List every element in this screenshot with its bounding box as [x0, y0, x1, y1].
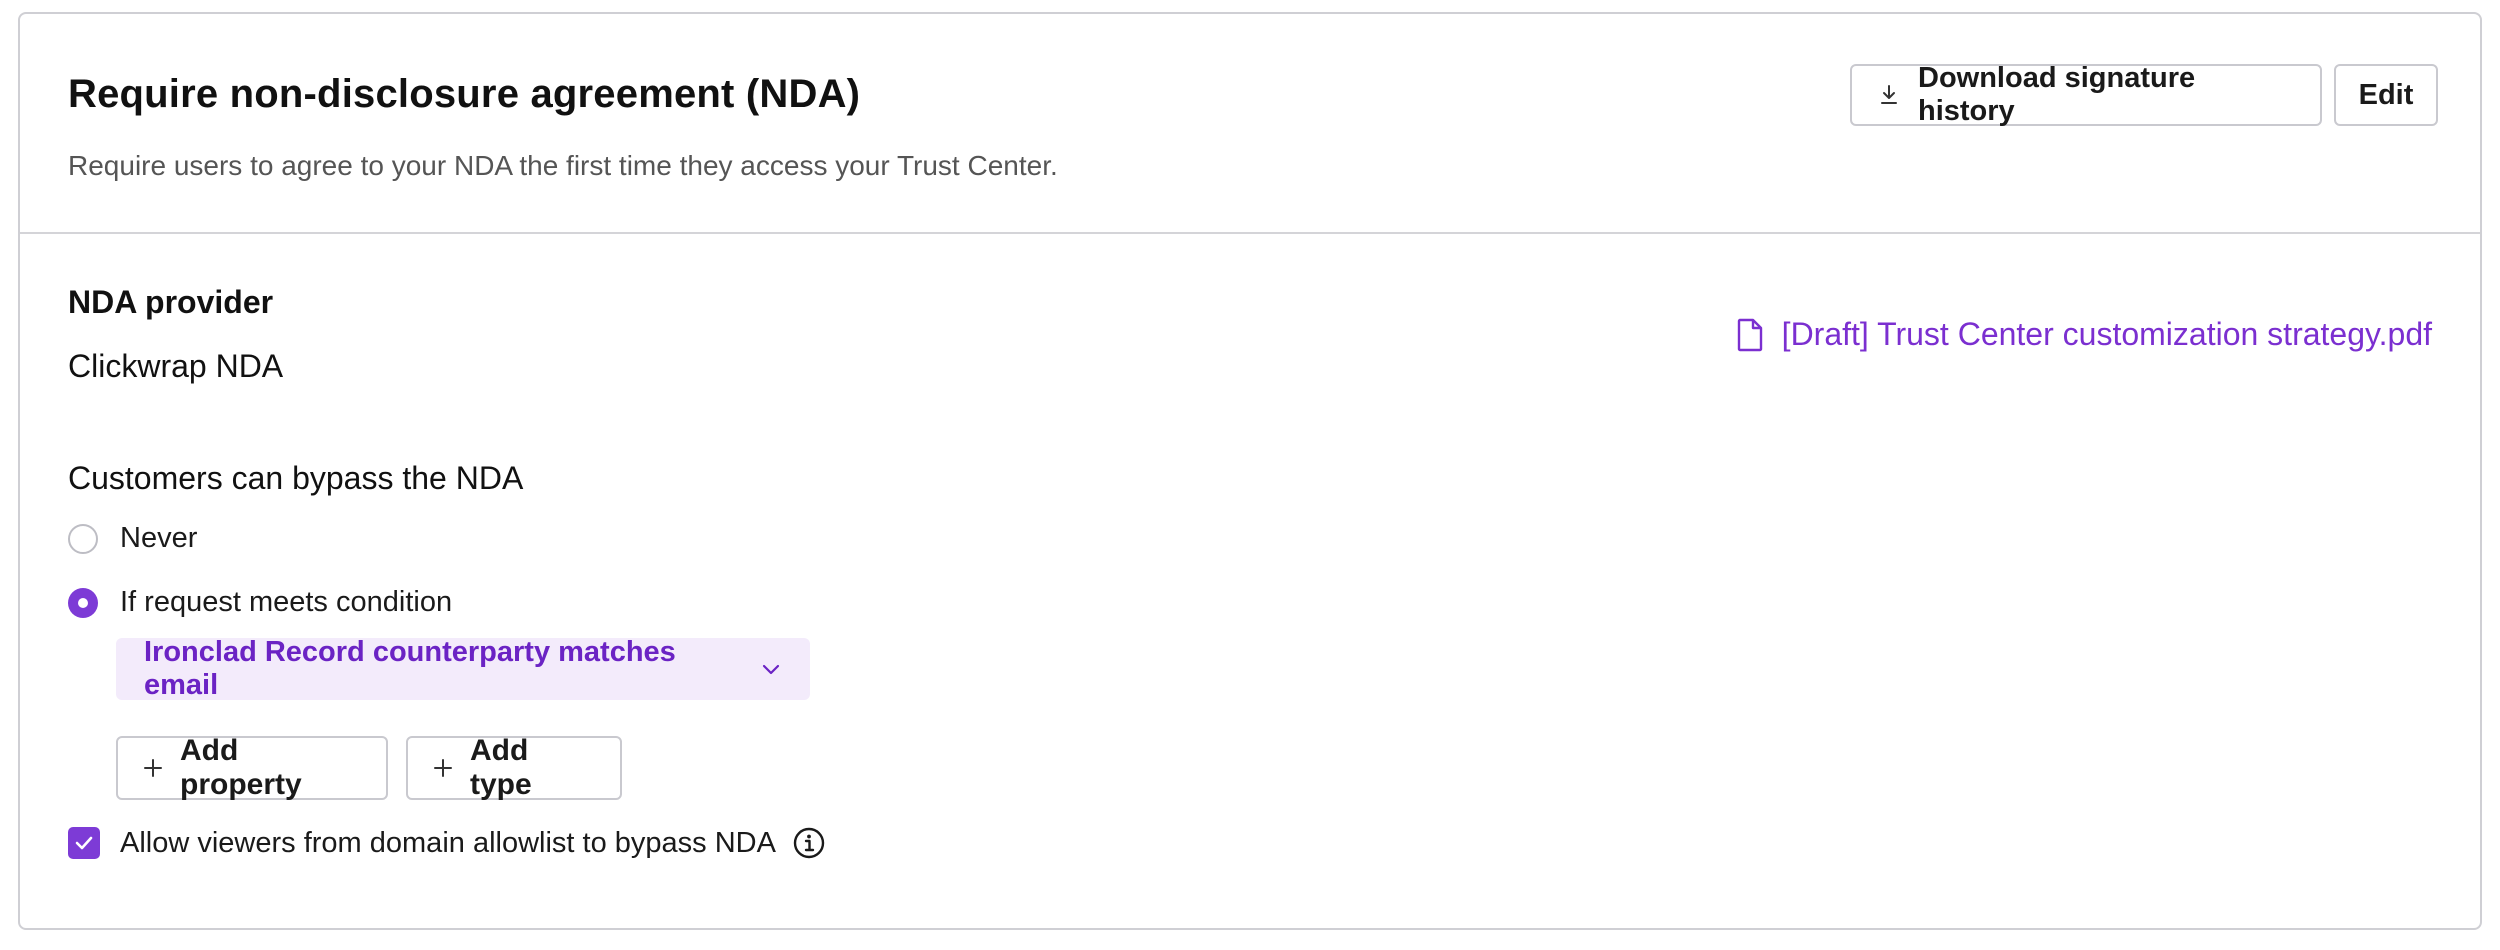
card-header: Require non-disclosure agreement (NDA) R…: [20, 14, 2480, 234]
radio-never-label: Never: [120, 522, 198, 554]
edit-button[interactable]: Edit: [2334, 64, 2438, 126]
info-icon[interactable]: [792, 826, 826, 860]
edit-button-label: Edit: [2358, 78, 2414, 111]
allowlist-checkbox[interactable]: [68, 827, 100, 859]
add-type-label: Add type: [470, 734, 532, 801]
download-signature-history-button[interactable]: Download signature history: [1850, 62, 2322, 127]
chevron-down-icon: [760, 658, 782, 680]
allowlist-option[interactable]: Allow viewers from domain allowlist to b…: [68, 826, 826, 860]
bypass-label: Customers can bypass the NDA: [68, 460, 524, 496]
check-icon: [75, 836, 93, 850]
add-type-button[interactable]: Add type: [406, 734, 622, 801]
allowlist-label: Allow viewers from domain allowlist to b…: [120, 826, 776, 859]
radio-option-never[interactable]: Never: [68, 522, 197, 555]
page-subtitle: Require users to agree to your NDA the f…: [68, 150, 1058, 181]
page-title: Require non-disclosure agreement (NDA): [68, 72, 861, 116]
radio-condition-label: If request meets condition: [120, 586, 453, 618]
nda-settings-card: Require non-disclosure agreement (NDA) R…: [18, 12, 2482, 930]
condition-dropdown[interactable]: Ironclad Record counterparty matches ema…: [116, 636, 810, 701]
condition-dropdown-label: Ironclad Record counterparty matches ema…: [144, 636, 676, 701]
plus-icon: [142, 757, 164, 779]
nda-file-link[interactable]: [Draft] Trust Center customization strat…: [1736, 316, 2432, 353]
file-name: [Draft] Trust Center customization strat…: [1781, 316, 2432, 352]
nda-provider-label: NDA provider: [68, 284, 274, 320]
download-icon: [1876, 82, 1902, 108]
plus-icon: [432, 757, 454, 779]
radio-condition[interactable]: [68, 587, 98, 618]
add-property-button[interactable]: Add property: [116, 734, 388, 801]
download-button-label: Download signature history: [1918, 62, 2196, 127]
file-icon: [1736, 318, 1764, 352]
nda-provider-value: Clickwrap NDA: [68, 348, 284, 384]
radio-option-condition[interactable]: If request meets condition: [68, 586, 452, 619]
radio-never[interactable]: [68, 523, 98, 554]
add-property-label: Add property: [180, 734, 302, 801]
